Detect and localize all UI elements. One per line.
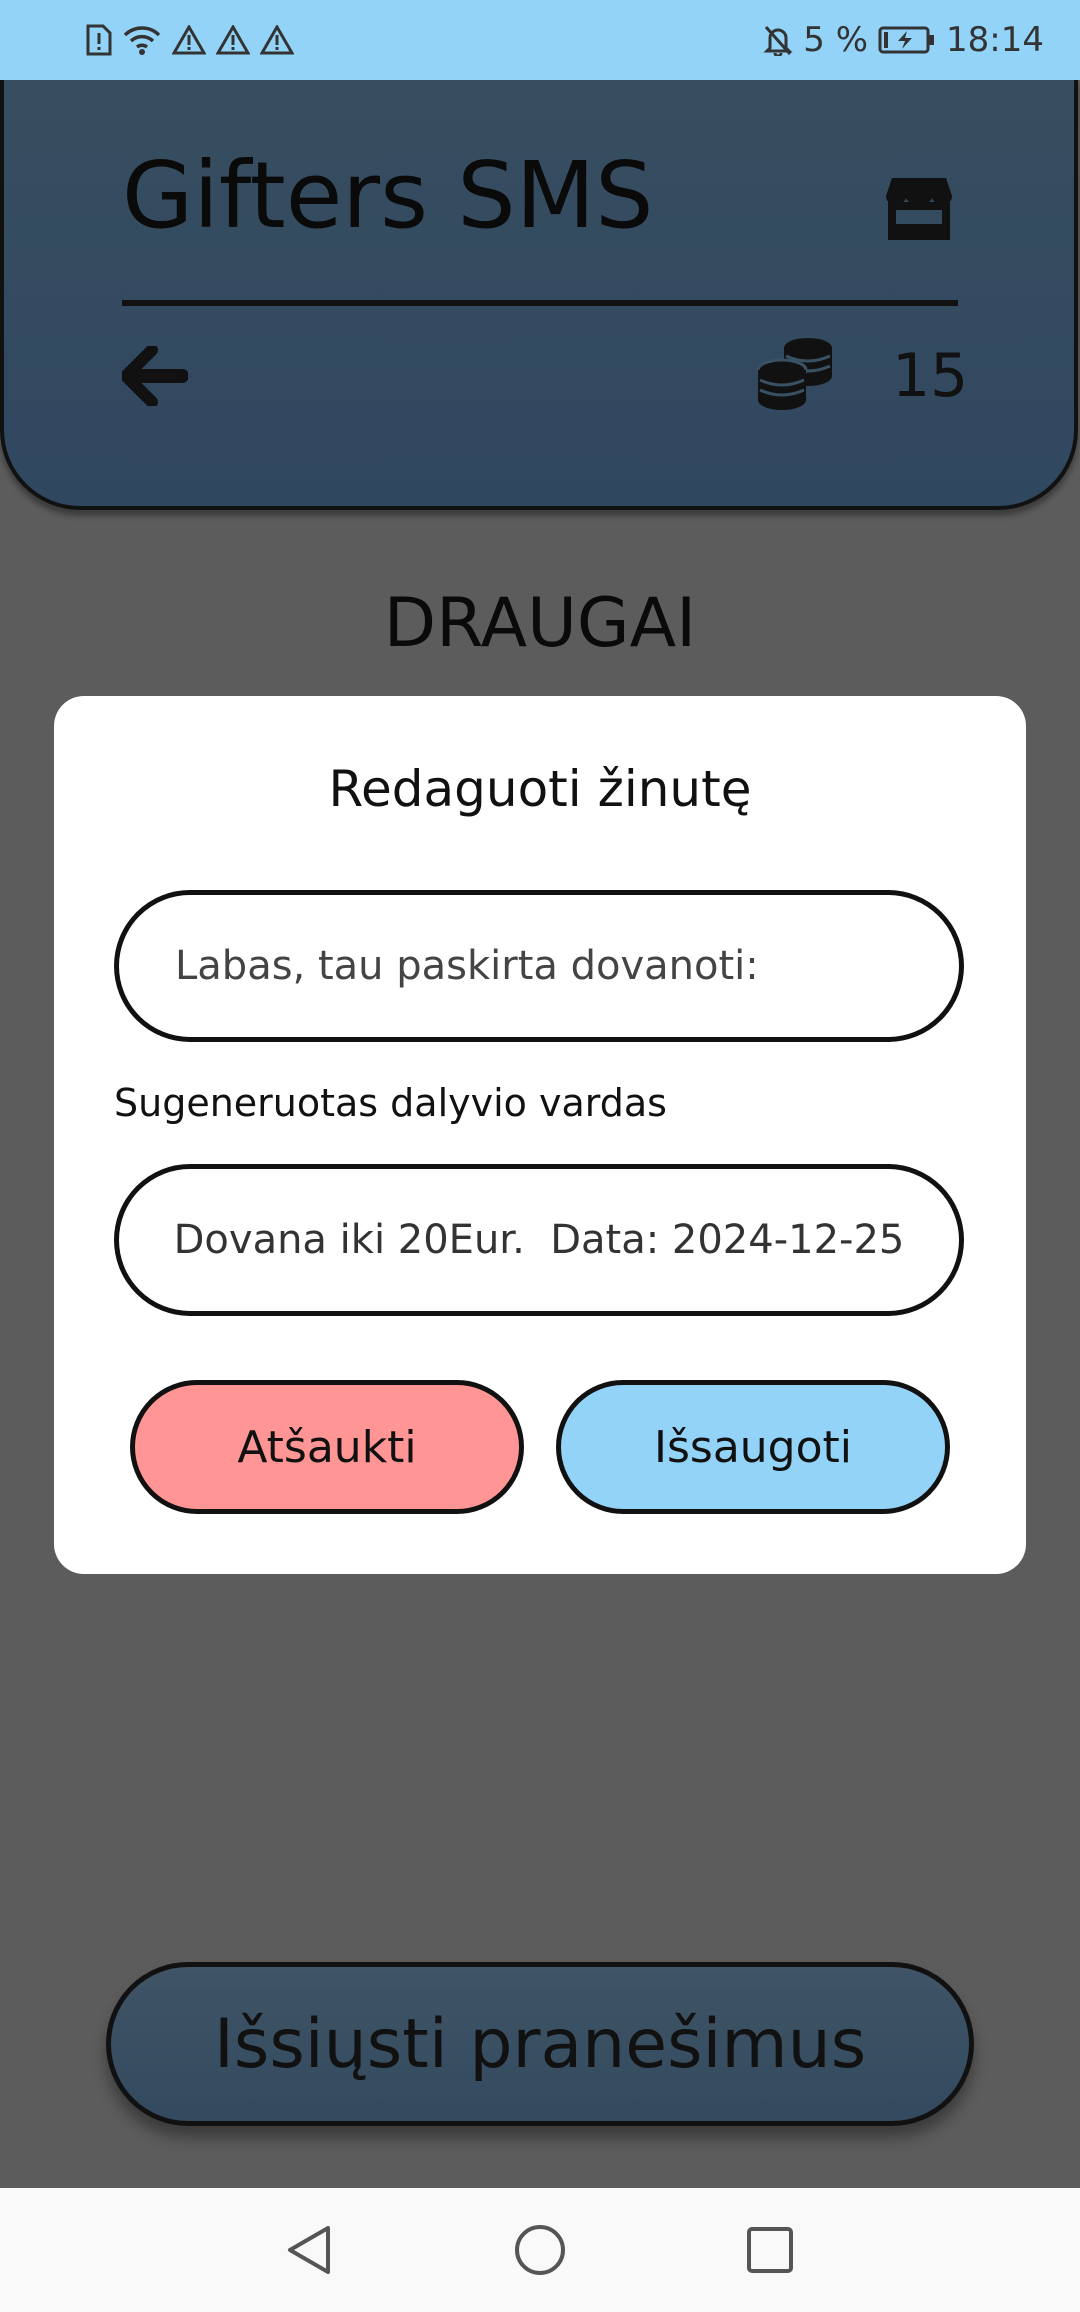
status-left-icons (86, 18, 294, 62)
greeting-input[interactable] (114, 890, 964, 1042)
cancel-button[interactable]: Atšaukti (130, 1380, 524, 1514)
back-triangle-icon[interactable] (282, 2222, 338, 2278)
coins-icon (756, 336, 834, 412)
recents-square-icon[interactable] (742, 2222, 798, 2278)
sim-alert-icon (86, 24, 112, 56)
silent-bell-icon (763, 26, 793, 56)
home-circle-icon[interactable] (512, 2222, 568, 2278)
participant-name-label: Sugeneruotas dalyvio vardas (114, 1081, 667, 1125)
dialog-title: Redaguoti žinutę (328, 760, 752, 818)
send-messages-button[interactable]: Išsiųsti pranešimus (106, 1962, 974, 2126)
header-divider (122, 300, 958, 306)
battery-percent: 5 % (803, 20, 869, 60)
back-arrow-icon[interactable] (120, 344, 189, 408)
warning-icon (172, 25, 206, 55)
app-title: Gifters SMS (122, 142, 654, 249)
warning-icon (216, 25, 250, 55)
section-title: DRAUGAI (383, 584, 697, 663)
status-bar: 5 % 18:14 (0, 0, 1080, 80)
battery-charging-icon (878, 26, 935, 54)
gift-details-input[interactable] (114, 1164, 964, 1316)
store-icon[interactable] (884, 176, 954, 242)
warning-icon (260, 25, 294, 55)
status-time: 18:14 (946, 20, 1044, 60)
status-right-icons: 5 % 18:14 (763, 18, 1044, 62)
wifi-icon (123, 26, 161, 55)
save-button[interactable]: Išsaugoti (556, 1380, 950, 1514)
coin-count: 15 (892, 341, 969, 411)
